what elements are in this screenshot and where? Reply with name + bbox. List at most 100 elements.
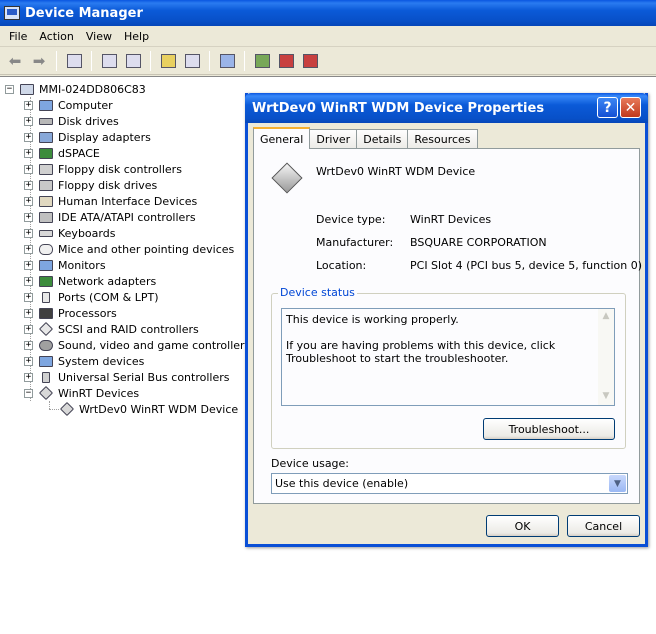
scan-hardware-icon[interactable] <box>216 50 238 72</box>
tree-item-ide-controllers[interactable]: + IDE ATA/ATAPI controllers <box>24 209 196 225</box>
tab-general[interactable]: General <box>253 127 311 149</box>
tree-item-disk-drives[interactable]: + Disk drives <box>24 113 119 129</box>
expand-toggle[interactable]: + <box>24 180 33 190</box>
toolbar-separator <box>244 50 245 71</box>
expand-toggle[interactable]: + <box>24 308 33 318</box>
expand-toggle[interactable]: + <box>24 372 33 382</box>
toolbar-separator <box>91 50 92 71</box>
tree-item-mice[interactable]: + Mice and other pointing devices <box>24 241 234 257</box>
disable-icon[interactable] <box>299 50 321 72</box>
expand-toggle[interactable]: + <box>24 340 33 350</box>
tree-item-label: Universal Serial Bus controllers <box>58 370 230 384</box>
tree-item-network-adapters[interactable]: + Network adapters <box>24 273 156 289</box>
network-adapter-icon <box>38 274 54 288</box>
chevron-down-icon[interactable]: ▼ <box>609 475 626 492</box>
cancel-button[interactable]: Cancel <box>567 515 640 537</box>
tree-item-system-devices[interactable]: + System devices <box>24 353 144 369</box>
menu-action[interactable]: Action <box>33 28 79 45</box>
tree-item-label: Disk drives <box>58 114 119 128</box>
show-details-icon[interactable] <box>181 50 203 72</box>
collapse-toggle[interactable]: − <box>24 388 33 398</box>
tree-item-label: Network adapters <box>58 274 157 288</box>
processor-icon <box>38 306 54 320</box>
winrt-device-icon <box>38 385 54 401</box>
expand-toggle[interactable]: + <box>24 228 33 238</box>
expand-toggle[interactable]: + <box>24 164 33 174</box>
menu-view[interactable]: View <box>80 28 118 45</box>
uninstall-icon[interactable] <box>275 50 297 72</box>
expand-toggle[interactable]: + <box>24 356 33 366</box>
expand-toggle[interactable]: + <box>24 276 33 286</box>
tree-item-sound[interactable]: + Sound, video and game controllers <box>24 337 250 353</box>
tree-item-label: Display adapters <box>58 130 151 144</box>
tree-item-label: Ports (COM & LPT) <box>58 290 159 304</box>
close-button[interactable]: ✕ <box>620 97 641 118</box>
tree-item-ports[interactable]: + Ports (COM & LPT) <box>24 289 159 305</box>
window-title-bar[interactable]: Device Manager <box>0 0 656 26</box>
speaker-icon <box>38 338 54 352</box>
device-status-textbox[interactable]: This device is working properly. If you … <box>281 308 615 406</box>
tree-item-floppy-drives[interactable]: + Floppy disk drives <box>24 177 157 193</box>
tree-item-keyboards[interactable]: + Keyboards <box>24 225 115 241</box>
expand-toggle[interactable]: + <box>24 260 33 270</box>
expand-toggle[interactable]: + <box>24 292 33 302</box>
back-icon[interactable]: ⬅ <box>4 50 26 72</box>
expand-toggle[interactable]: + <box>24 212 33 222</box>
device-usage-value: Use this device (enable) <box>275 477 409 490</box>
device-name: WrtDev0 WinRT WDM Device <box>316 165 476 178</box>
menu-file[interactable]: File <box>3 28 33 45</box>
expand-toggle[interactable]: + <box>24 132 33 142</box>
forward-icon[interactable]: ➡ <box>28 50 50 72</box>
tree-item-usb[interactable]: + Universal Serial Bus controllers <box>24 369 229 385</box>
expand-toggle[interactable]: + <box>24 324 33 334</box>
dialog-title: WrtDev0 WinRT WDM Device Properties <box>252 100 545 116</box>
tree-item-winrt-devices[interactable]: − WinRT Devices <box>24 385 139 401</box>
expand-toggle[interactable]: + <box>24 196 33 206</box>
menu-help[interactable]: Help <box>118 28 155 45</box>
print-icon[interactable] <box>122 50 144 72</box>
tree-item-processors[interactable]: + Processors <box>24 305 117 321</box>
scroll-down-icon[interactable]: ▼ <box>600 391 612 403</box>
tree-root[interactable]: − MMI-024DD806C83 <box>5 81 146 97</box>
tree-item-wrtdev0[interactable]: WrtDev0 WinRT WDM Device <box>59 401 238 417</box>
system-devices-icon <box>38 354 54 368</box>
toolbar-separator <box>150 50 151 71</box>
show-hide-tree-icon[interactable] <box>63 50 85 72</box>
expand-toggle[interactable]: + <box>24 244 33 254</box>
device-usage-label: Device usage: <box>271 457 350 470</box>
collapse-toggle[interactable]: − <box>5 84 14 94</box>
tree-item-floppy-controllers[interactable]: + Floppy disk controllers <box>24 161 182 177</box>
tab-resources[interactable]: Resources <box>407 129 478 149</box>
device-icon <box>271 162 303 194</box>
device-type-label: Device type: <box>316 213 386 226</box>
dialog-title-bar[interactable]: WrtDev0 WinRT WDM Device Properties ? ✕ <box>245 93 648 123</box>
expand-toggle[interactable]: + <box>24 116 33 126</box>
menu-bar: File Action View Help <box>0 26 656 47</box>
device-usage-select[interactable]: Use this device (enable) ▼ <box>271 473 628 494</box>
properties-icon[interactable] <box>98 50 120 72</box>
tree-item-label: dSPACE <box>58 146 100 160</box>
update-driver-icon[interactable] <box>251 50 273 72</box>
device-type-value: WinRT Devices <box>410 213 492 226</box>
expand-toggle[interactable]: + <box>24 148 33 158</box>
status-line-working: This device is working properly. <box>286 313 459 326</box>
tab-details[interactable]: Details <box>356 129 409 149</box>
tab-driver[interactable]: Driver <box>309 129 358 149</box>
ok-button[interactable]: OK <box>486 515 559 537</box>
tree-item-hid[interactable]: + Human Interface Devices <box>24 193 197 209</box>
tree-item-scsi[interactable]: + SCSI and RAID controllers <box>24 321 199 337</box>
tree-item-label: Processors <box>58 306 117 320</box>
troubleshoot-button[interactable]: Troubleshoot... <box>483 418 615 440</box>
help-icon[interactable] <box>157 50 179 72</box>
tree-item-monitors[interactable]: + Monitors <box>24 257 106 273</box>
tree-item-display-adapters[interactable]: + Display adapters <box>24 129 151 145</box>
expand-toggle[interactable]: + <box>24 100 33 110</box>
status-scrollbar[interactable]: ▲ ▼ <box>598 309 614 405</box>
help-button[interactable]: ? <box>597 97 618 118</box>
tree-item-computer[interactable]: + Computer <box>24 97 113 113</box>
tree-item-dspace[interactable]: + dSPACE <box>24 145 100 161</box>
hid-icon <box>38 194 54 208</box>
scroll-up-icon[interactable]: ▲ <box>600 311 612 323</box>
tree-item-label: Floppy disk controllers <box>58 162 182 176</box>
device-status-group: Device status This device is working pro… <box>271 286 626 449</box>
